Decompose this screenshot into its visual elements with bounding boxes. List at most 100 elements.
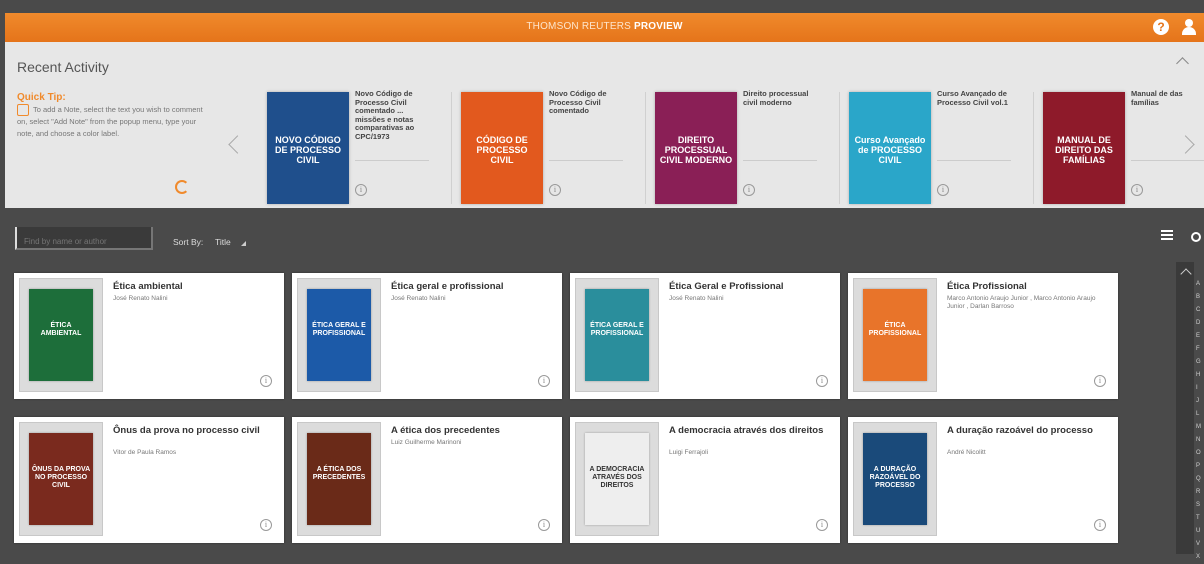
book-title[interactable]: Ônus da prova no processo civil <box>113 425 278 436</box>
book-cover[interactable]: CÓDIGO DE PROCESSO CIVIL <box>461 92 543 204</box>
alphabet-letter[interactable]: R <box>1196 486 1204 499</box>
info-icon[interactable]: i <box>538 519 550 531</box>
library-toolbar: Sort By: Title <box>5 208 1204 263</box>
book-cover[interactable]: A DURAÇÃO RAZOÁVEL DO PROCESSO <box>863 433 927 525</box>
collapse-chevron-icon[interactable] <box>1175 54 1189 68</box>
book-cover[interactable]: ÉTICA AMBIENTAL <box>29 289 93 381</box>
alphabet-letter[interactable]: G <box>1196 356 1204 369</box>
info-icon[interactable]: i <box>743 184 755 196</box>
book-cover[interactable]: Curso Avançado de PROCESSO CIVIL <box>849 92 931 204</box>
alphabet-letter[interactable]: Q <box>1196 473 1204 486</box>
book-card[interactable]: A DURAÇÃO RAZOÁVEL DO PROCESSO A duração … <box>848 417 1118 543</box>
alphabet-letter[interactable]: D <box>1196 317 1204 330</box>
book-card[interactable]: ÉTICA AMBIENTAL Ética ambiental José Renat… <box>14 273 284 399</box>
sort-dropdown[interactable]: Title <box>215 237 231 247</box>
book-cover[interactable]: MANUAL DE DIREITO DAS FAMÍLIAS <box>1043 92 1125 204</box>
book-cover[interactable]: ÉTICA GERAL E PROFISSIONAL <box>307 289 371 381</box>
quick-tip-title: Quick Tip: <box>17 92 66 103</box>
recent-book-title[interactable]: Novo Código de Processo Civil comentado … <box>355 89 429 141</box>
info-icon[interactable]: i <box>937 184 949 196</box>
info-icon[interactable]: i <box>549 184 561 196</box>
alphabet-letter[interactable]: J <box>1196 395 1204 408</box>
cover-title: A DURAÇÃO RAZOÁVEL DO PROCESSO <box>869 466 921 490</box>
recent-book-title[interactable]: Novo Código de Processo Civil comentado <box>549 89 623 116</box>
book-card[interactable]: A ÉTICA DOS PRECEDENTES A ética dos prece… <box>292 417 562 543</box>
alphabet-letter[interactable]: B <box>1196 291 1204 304</box>
user-icon[interactable] <box>1181 19 1197 35</box>
info-icon[interactable]: i <box>816 519 828 531</box>
alphabet-letter[interactable]: I <box>1196 382 1204 395</box>
progress-line <box>1131 160 1204 161</box>
list-view-icon[interactable] <box>1161 230 1173 241</box>
book-card[interactable]: ÉTICA PROFISSIONAL Ética Profissional Marc… <box>848 273 1118 399</box>
recent-activity-title: Recent Activity <box>17 59 109 75</box>
book-title[interactable]: Ética Profissional <box>947 281 1112 292</box>
book-title[interactable]: Ética geral e profissional <box>391 281 556 292</box>
help-icon[interactable]: ? <box>1153 19 1169 35</box>
recent-book[interactable]: MANUAL DE DIREITO DAS FAMÍLIAS Manual de … <box>1043 89 1204 204</box>
alphabet-letter[interactable]: C <box>1196 304 1204 317</box>
info-icon[interactable]: i <box>355 184 367 196</box>
sort-dropdown-arrow-icon[interactable] <box>241 241 246 246</box>
alphabet-letter[interactable]: U <box>1196 525 1204 538</box>
cover-title: MANUAL DE DIREITO DAS FAMÍLIAS <box>1055 134 1113 165</box>
carousel-prev-button[interactable] <box>227 132 243 156</box>
recent-book[interactable]: CÓDIGO DE PROCESSO CIVIL Novo Código de P… <box>461 89 651 204</box>
book-title[interactable]: A ética dos precedentes <box>391 425 556 436</box>
recent-book-title[interactable]: Direito processual civil moderno <box>743 89 817 107</box>
brand-logo: THOMSON REUTERS PROVIEW <box>5 21 1204 32</box>
book-cover[interactable]: DIREITO PROCESSUAL CIVIL MODERNO <box>655 92 737 204</box>
book-cover[interactable]: NOVO CÓDIGO DE PROCESSO CIVIL <box>267 92 349 204</box>
info-icon[interactable]: i <box>260 519 272 531</box>
book-card[interactable]: ÔNUS DA PROVA NO PROCESSO CIVIL Ônus da p… <box>14 417 284 543</box>
info-icon[interactable]: i <box>1131 184 1143 196</box>
alphabet-letter[interactable]: F <box>1196 343 1204 356</box>
cover-frame: ÔNUS DA PROVA NO PROCESSO CIVIL <box>19 422 103 536</box>
alphabet-letter[interactable]: P <box>1196 460 1204 473</box>
recent-book[interactable]: Curso Avançado de PROCESSO CIVIL Curso Av… <box>849 89 1039 204</box>
book-title[interactable]: Ética Geral e Profissional <box>669 281 834 292</box>
book-author: Marco Antonio Araujo Junior , Marco Anto… <box>947 295 1096 310</box>
alphabet-scrollbar[interactable] <box>1176 262 1194 554</box>
book-cover[interactable]: ÉTICA GERAL E PROFISSIONAL <box>585 289 649 381</box>
book-cover[interactable]: A DEMOCRACIA ATRAVÉS DOS DIREITOS <box>585 433 649 525</box>
recent-separator <box>451 92 452 204</box>
book-card[interactable]: ÉTICA GERAL E PROFISSIONAL Ética Geral e … <box>570 273 840 399</box>
book-card[interactable]: A DEMOCRACIA ATRAVÉS DOS DIREITOS A democ… <box>570 417 840 543</box>
brand-prefix: THOMSON REUTERS <box>526 21 632 32</box>
alphabet-letter[interactable]: S <box>1196 499 1204 512</box>
recent-book[interactable]: NOVO CÓDIGO DE PROCESSO CIVIL Novo Código… <box>267 89 457 204</box>
alphabet-letter[interactable]: L <box>1196 408 1204 421</box>
book-card[interactable]: ÉTICA GERAL E PROFISSIONAL Ética geral e … <box>292 273 562 399</box>
alphabet-letter[interactable]: E <box>1196 330 1204 343</box>
book-cover[interactable]: ÔNUS DA PROVA NO PROCESSO CIVIL <box>29 433 93 525</box>
search-input[interactable] <box>15 227 153 250</box>
book-title[interactable]: A democracia através dos direitos <box>669 425 834 436</box>
info-icon[interactable]: i <box>816 375 828 387</box>
alphabet-letter[interactable]: M <box>1196 421 1204 434</box>
alphabet-letter[interactable]: A <box>1196 278 1204 291</box>
alphabet-letter[interactable]: T <box>1196 512 1204 525</box>
alphabet-letter[interactable]: O <box>1196 447 1204 460</box>
cover-title: ÉTICA GERAL E PROFISSIONAL <box>590 322 644 338</box>
cover-frame: ÉTICA GERAL E PROFISSIONAL <box>575 278 659 392</box>
alphabet-letter[interactable]: V <box>1196 538 1204 551</box>
alphabet-letter[interactable]: X <box>1196 551 1204 564</box>
recent-book-title[interactable]: Manual de das famílias <box>1131 89 1204 107</box>
info-icon[interactable]: i <box>1094 519 1106 531</box>
book-cover[interactable]: A ÉTICA DOS PRECEDENTES <box>307 433 371 525</box>
info-icon[interactable]: i <box>260 375 272 387</box>
alphabet-letter[interactable]: H <box>1196 369 1204 382</box>
book-cover[interactable]: ÉTICA PROFISSIONAL <box>863 289 927 381</box>
recent-book-title[interactable]: Curso Avançado de Processo Civil vol.1 <box>937 89 1011 107</box>
alphabet-letter[interactable]: N <box>1196 434 1204 447</box>
search-icon[interactable] <box>1191 232 1201 242</box>
cover-title: A ÉTICA DOS PRECEDENTES <box>312 466 366 482</box>
book-title[interactable]: A duração razoável do processo <box>947 425 1112 436</box>
info-icon[interactable]: i <box>1094 375 1106 387</box>
cover-title: ÉTICA GERAL E PROFISSIONAL <box>312 322 366 338</box>
book-title[interactable]: Ética ambiental <box>113 281 278 292</box>
info-icon[interactable]: i <box>538 375 550 387</box>
refresh-icon[interactable] <box>175 180 189 194</box>
recent-book[interactable]: DIREITO PROCESSUAL CIVIL MODERNO Direito … <box>655 89 845 204</box>
